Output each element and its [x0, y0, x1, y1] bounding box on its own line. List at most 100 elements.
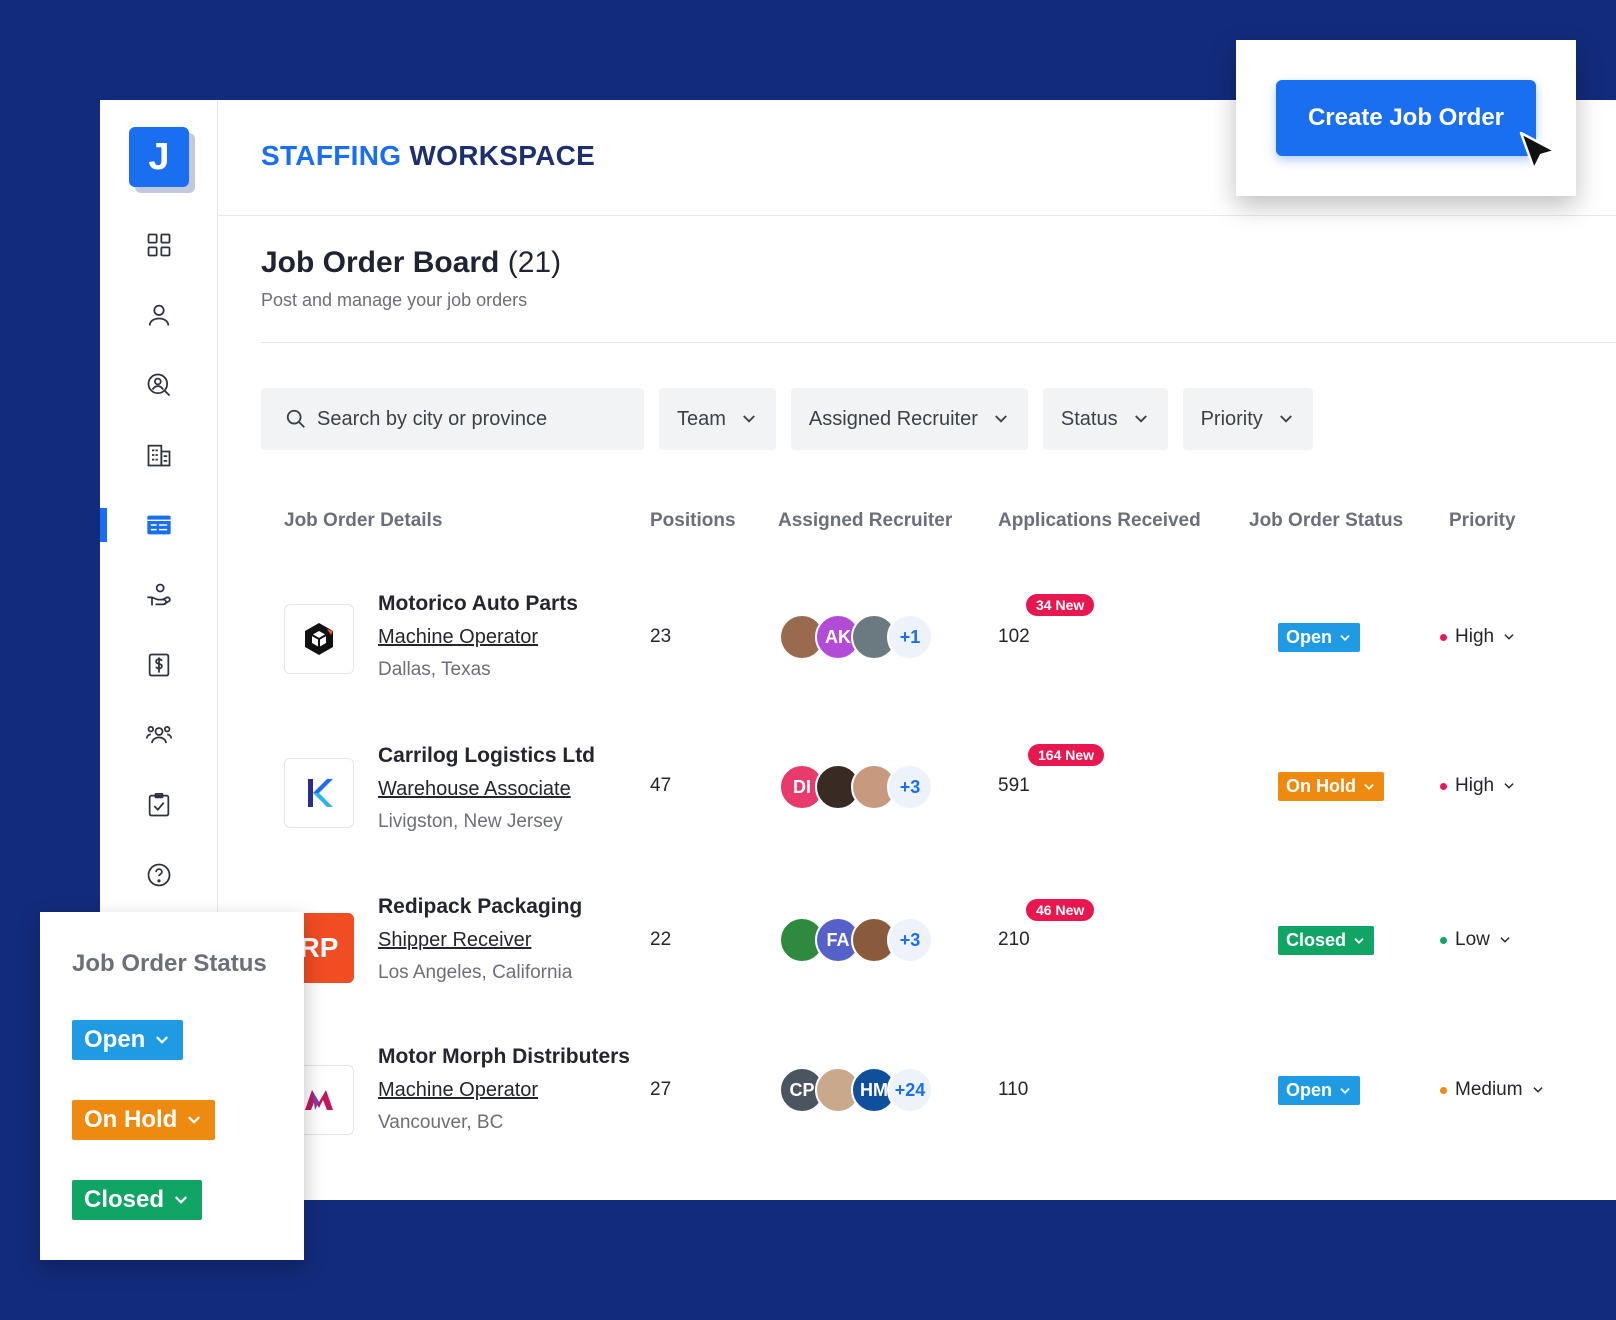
status-dropdown[interactable]: Closed	[1278, 926, 1375, 955]
status-dropdown[interactable]: Open	[1278, 623, 1361, 652]
page-title-text: Job Order Board	[261, 246, 500, 279]
status-dropdown[interactable]: On Hold	[1278, 772, 1384, 801]
chevron-down-icon	[1279, 415, 1292, 423]
new-applications-badge: 46 New	[1026, 899, 1095, 921]
status-legend-card: Job Order Status Open On Hold Closed	[40, 912, 304, 1260]
job-board-icon[interactable]	[100, 505, 218, 545]
chevron-down-icon	[1340, 634, 1350, 641]
positions-count: 23	[650, 626, 672, 647]
create-job-order-button[interactable]: Create Job Order	[1276, 80, 1536, 156]
status-option-closed[interactable]: Closed	[72, 1180, 203, 1220]
recruiter-avatars[interactable]: AK +1	[779, 614, 933, 660]
job-location: Los Angeles, California	[378, 962, 573, 983]
applications-count: 210	[998, 929, 1030, 950]
job-location: Livigston, New Jersey	[378, 811, 563, 832]
candidate-search-icon[interactable]	[100, 365, 218, 405]
priority-label: Medium	[1455, 1079, 1523, 1100]
chevron-down-icon	[742, 415, 755, 423]
column-header-status[interactable]: Job Order Status	[1249, 510, 1403, 532]
table-row[interactable]: RP Redipack Packaging Shipper Receiver L…	[100, 875, 1616, 1025]
status-option-label: Open	[84, 1026, 146, 1053]
priority-dropdown[interactable]: Low	[1440, 929, 1512, 951]
chevron-down-icon	[156, 1036, 169, 1044]
table-row[interactable]: Motorico Auto Parts Machine Operator Dal…	[100, 570, 1616, 720]
status-dropdown[interactable]: Open	[1278, 1076, 1361, 1105]
priority-label: Low	[1455, 929, 1490, 950]
brand-title: STAFFING WORKSPACE	[261, 140, 595, 172]
column-header-priority[interactable]: Priority	[1449, 510, 1516, 532]
search-input[interactable]: Search by city or province	[261, 388, 644, 450]
company-name: Motorico Auto Parts	[378, 592, 578, 615]
chevron-down-icon	[1340, 1087, 1350, 1094]
job-title-link[interactable]: Warehouse Associate	[378, 778, 571, 801]
company-name: Redipack Packaging	[378, 895, 583, 918]
status-option-label: Closed	[84, 1186, 165, 1213]
status-filter-dropdown[interactable]: Status	[1042, 388, 1168, 450]
mouse-cursor-icon	[1519, 131, 1557, 171]
chevron-down-icon	[1532, 1087, 1543, 1093]
team-filter-label: Team	[677, 407, 726, 430]
avatar-more-count[interactable]: +3	[887, 764, 933, 810]
positions-count: 27	[650, 1079, 672, 1100]
priority-dropdown[interactable]: High	[1440, 626, 1516, 648]
job-title-link[interactable]: Shipper Receiver	[378, 929, 531, 952]
recruiter-avatars[interactable]: DI +3	[779, 764, 933, 810]
job-location: Dallas, Texas	[378, 659, 491, 680]
status-label: Open	[1286, 627, 1333, 647]
priority-label: High	[1455, 775, 1495, 796]
chevron-down-icon	[1364, 783, 1374, 790]
page-subtitle: Post and manage your job orders	[261, 290, 528, 310]
building-icon[interactable]	[100, 435, 218, 475]
chevron-down-icon	[1134, 415, 1147, 423]
priority-filter-dropdown[interactable]: Priority	[1182, 388, 1313, 450]
app-logo[interactable]: J	[129, 127, 189, 187]
brand-part1: STAFFING	[261, 140, 402, 171]
new-applications-badge: 164 New	[1028, 744, 1105, 766]
column-header-positions[interactable]: Positions	[650, 510, 736, 532]
column-header-details[interactable]: Job Order Details	[284, 510, 442, 532]
company-logo	[284, 604, 354, 674]
company-name: Motor Morph Distributers	[378, 1045, 630, 1068]
search-icon	[286, 409, 305, 428]
job-location: Vancouver, BC	[378, 1112, 504, 1133]
job-title-link[interactable]: Machine Operator	[378, 1079, 538, 1102]
app-window: J STAFFING WORKSPACE Job Order Board (21…	[100, 100, 1616, 1200]
priority-dot	[1440, 1086, 1447, 1094]
status-option-open[interactable]: Open	[72, 1020, 184, 1060]
user-icon[interactable]	[100, 295, 218, 335]
recruiter-avatars[interactable]: CP HM +24	[779, 1067, 933, 1113]
chevron-down-icon	[994, 415, 1007, 423]
filter-bar: Search by city or province Team Assigned…	[261, 388, 1313, 450]
avatar-more-count[interactable]: +24	[887, 1067, 933, 1113]
status-filter-label: Status	[1060, 407, 1118, 430]
recruiter-filter-dropdown[interactable]: Assigned Recruiter	[790, 388, 1028, 450]
dashboard-icon[interactable]	[100, 225, 218, 265]
status-legend-title: Job Order Status	[72, 950, 267, 977]
column-header-recruiter[interactable]: Assigned Recruiter	[778, 510, 952, 532]
table-row[interactable]: Motor Morph Distributers Machine Operato…	[100, 1025, 1616, 1175]
avatar-more-count[interactable]: +1	[887, 614, 933, 660]
avatar-more-count[interactable]: +3	[887, 917, 933, 963]
divider	[261, 342, 1616, 343]
company-logo	[284, 758, 354, 828]
chevron-down-icon	[1500, 937, 1510, 943]
priority-dot	[1440, 782, 1447, 790]
status-option-on-hold[interactable]: On Hold	[72, 1100, 216, 1140]
brand-part2: WORKSPACE	[409, 140, 596, 171]
job-order-count: (21)	[507, 246, 562, 279]
positions-count: 22	[650, 929, 672, 950]
status-label: On Hold	[1286, 776, 1356, 796]
chevron-down-icon	[1504, 783, 1514, 789]
chevron-down-icon	[1354, 937, 1364, 944]
recruiter-avatars[interactable]: FA +3	[779, 917, 933, 963]
priority-dropdown[interactable]: High	[1440, 775, 1516, 797]
priority-dropdown[interactable]: Medium	[1440, 1079, 1545, 1101]
status-label: Open	[1286, 1080, 1333, 1100]
company-name: Carrilog Logistics Ltd	[378, 744, 596, 767]
chevron-down-icon	[1504, 634, 1514, 640]
team-filter-dropdown[interactable]: Team	[659, 388, 776, 450]
job-title-link[interactable]: Machine Operator	[378, 626, 538, 649]
column-header-applications[interactable]: Applications Received	[998, 510, 1201, 532]
table-row[interactable]: Carrilog Logistics Ltd Warehouse Associa…	[100, 720, 1616, 870]
page-title: Job Order Board (21)	[261, 246, 561, 280]
